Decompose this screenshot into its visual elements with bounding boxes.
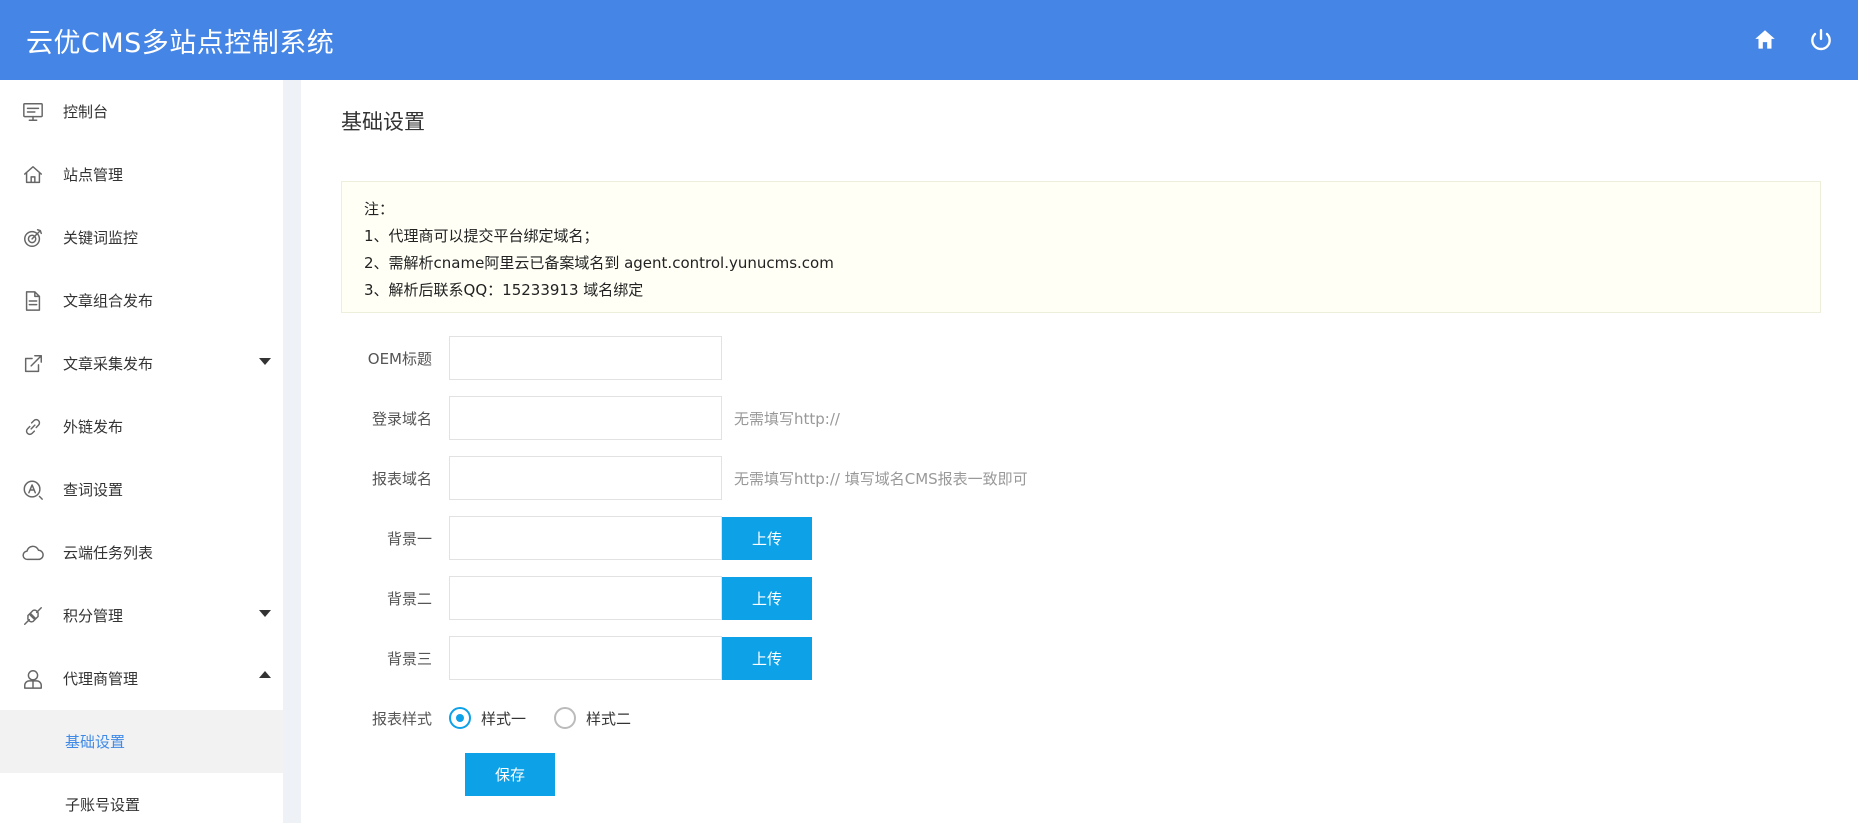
radio-checked-icon[interactable] bbox=[449, 707, 471, 729]
sidebar-item-label: 积分管理 bbox=[63, 607, 124, 625]
sidebar-subitem-basic-settings[interactable]: 基础设置 bbox=[0, 710, 283, 773]
report-style-option-label: 样式一 bbox=[481, 709, 527, 728]
sidebar-subitem-label: 子账号设置 bbox=[65, 796, 141, 814]
sidebar: 控制台 站点管理 关键词监控 文章组合发布 文章采集发布 外链发布 查词设置 云… bbox=[0, 80, 283, 823]
background-2-upload-button[interactable]: 上传 bbox=[722, 576, 812, 620]
user-icon bbox=[21, 667, 45, 691]
save-button[interactable]: 保存 bbox=[465, 753, 555, 796]
sidebar-item-label: 站点管理 bbox=[63, 166, 124, 184]
notice-box: 注： 1、代理商可以提交平台绑定域名； 2、需解析cname阿里云已备案域名到 … bbox=[341, 181, 1821, 313]
sidebar-item-label: 关键词监控 bbox=[63, 229, 139, 247]
background-2-input[interactable] bbox=[449, 576, 722, 620]
form-row-oem-title: OEM标题 bbox=[341, 336, 722, 380]
report-style-option-1[interactable]: 样式一 bbox=[449, 707, 526, 729]
sidebar-item-keyword-monitor[interactable]: 关键词监控 bbox=[0, 206, 283, 269]
oem-title-label: OEM标题 bbox=[367, 349, 432, 368]
form-row-background-3: 背景三 上传 bbox=[341, 636, 812, 680]
login-domain-label: 登录域名 bbox=[371, 409, 432, 428]
main-content: 基础设置 注： 1、代理商可以提交平台绑定域名； 2、需解析cname阿里云已备… bbox=[301, 80, 1858, 823]
report-domain-hint: 无需填写http:// 填写域名CMS报表一致即可 bbox=[734, 469, 1028, 488]
report-style-label: 报表样式 bbox=[371, 709, 432, 728]
sidebar-item-article-publish[interactable]: 文章组合发布 bbox=[0, 269, 283, 332]
page-title: 基础设置 bbox=[341, 110, 425, 134]
cloud-icon bbox=[21, 541, 45, 565]
background-1-upload-button[interactable]: 上传 bbox=[722, 516, 812, 560]
sidebar-item-label: 控制台 bbox=[63, 103, 109, 121]
form-row-login-domain: 登录域名 无需填写http:// bbox=[341, 396, 840, 440]
home-icon[interactable] bbox=[1752, 27, 1778, 53]
login-domain-hint: 无需填写http:// bbox=[734, 409, 840, 428]
notice-line: 3、解析后联系QQ：15233913 域名绑定 bbox=[364, 281, 644, 299]
notice-line: 2、需解析cname阿里云已备案域名到 agent.control.yunucm… bbox=[364, 254, 834, 272]
report-style-option-label: 样式二 bbox=[586, 709, 632, 728]
background-3-label: 背景三 bbox=[386, 649, 432, 668]
sidebar-subitem-label: 基础设置 bbox=[65, 733, 126, 751]
sidebar-item-article-collect[interactable]: 文章采集发布 bbox=[0, 332, 283, 395]
sidebar-item-label: 文章采集发布 bbox=[63, 355, 154, 373]
sidebar-item-label: 云端任务列表 bbox=[63, 544, 154, 562]
form-row-background-2: 背景二 上传 bbox=[341, 576, 812, 620]
plug-icon bbox=[21, 604, 45, 628]
radio-unchecked-icon[interactable] bbox=[554, 707, 577, 729]
report-domain-input[interactable] bbox=[449, 456, 722, 500]
top-bar: 云优CMS多站点控制系统 bbox=[0, 0, 1858, 80]
sidebar-item-label: 文章组合发布 bbox=[63, 292, 154, 310]
monitor-icon bbox=[21, 100, 45, 124]
app-title: 云优CMS多站点控制系统 bbox=[26, 27, 335, 59]
home-outline-icon bbox=[21, 163, 45, 187]
sidebar-item-label: 查词设置 bbox=[63, 481, 124, 499]
document-icon bbox=[21, 289, 45, 313]
form-row-report-style: 报表样式 样式一 样式二 bbox=[341, 696, 659, 740]
login-domain-input[interactable] bbox=[449, 396, 722, 440]
background-3-upload-button[interactable]: 上传 bbox=[722, 636, 812, 680]
background-1-input[interactable] bbox=[449, 516, 722, 560]
sidebar-item-dashboard[interactable]: 控制台 bbox=[0, 80, 283, 143]
report-style-radio-group: 样式一 样式二 bbox=[449, 707, 659, 729]
chevron-down-icon bbox=[259, 358, 271, 365]
chevron-down-icon bbox=[259, 610, 271, 617]
form-row-background-1: 背景一 上传 bbox=[341, 516, 812, 560]
sidebar-item-cloud-tasks[interactable]: 云端任务列表 bbox=[0, 521, 283, 584]
sidebar-scroll-gutter bbox=[283, 80, 301, 823]
sidebar-item-sites[interactable]: 站点管理 bbox=[0, 143, 283, 206]
background-2-label: 背景二 bbox=[386, 589, 432, 608]
sidebar-item-label: 代理商管理 bbox=[63, 670, 139, 688]
top-actions bbox=[1752, 0, 1834, 80]
notice-line: 1、代理商可以提交平台绑定域名； bbox=[364, 227, 599, 245]
sidebar-item-backlinks[interactable]: 外链发布 bbox=[0, 395, 283, 458]
external-link-icon bbox=[21, 352, 45, 376]
sidebar-item-agent-management[interactable]: 代理商管理 bbox=[0, 647, 283, 710]
sidebar-item-query-settings[interactable]: 查词设置 bbox=[0, 458, 283, 521]
oem-title-input[interactable] bbox=[449, 336, 722, 380]
chevron-up-icon bbox=[259, 671, 271, 678]
power-icon[interactable] bbox=[1808, 27, 1834, 53]
sidebar-subitem-subaccount-settings[interactable]: 子账号设置 bbox=[0, 773, 283, 823]
background-1-label: 背景一 bbox=[386, 529, 432, 548]
search-a-icon bbox=[21, 478, 45, 502]
report-domain-label: 报表域名 bbox=[371, 469, 432, 488]
background-3-input[interactable] bbox=[449, 636, 722, 680]
notice-line: 注： bbox=[364, 200, 395, 218]
sidebar-item-label: 外链发布 bbox=[63, 418, 124, 436]
sidebar-item-points[interactable]: 积分管理 bbox=[0, 584, 283, 647]
form-row-report-domain: 报表域名 无需填写http:// 填写域名CMS报表一致即可 bbox=[341, 456, 1028, 500]
report-style-option-2[interactable]: 样式二 bbox=[554, 707, 631, 729]
target-icon bbox=[21, 226, 45, 250]
link-icon bbox=[21, 415, 45, 439]
